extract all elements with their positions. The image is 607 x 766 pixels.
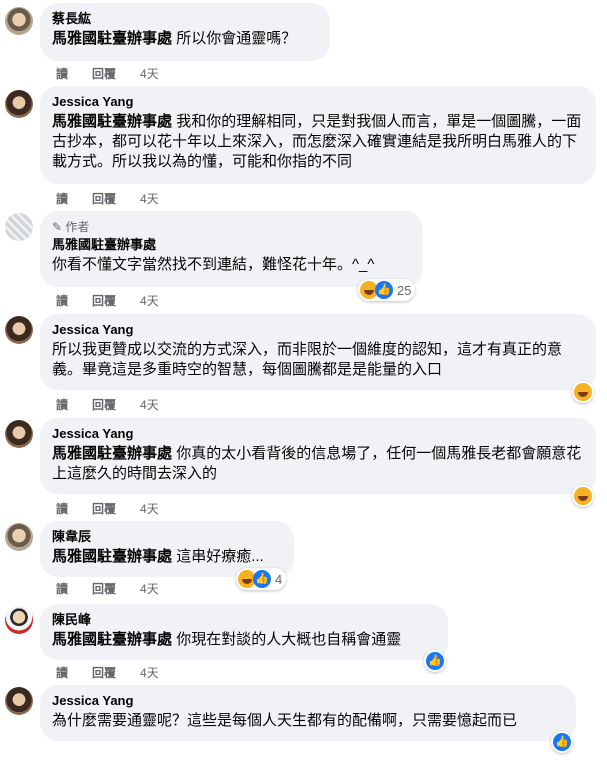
commenter-name[interactable]: Jessica Yang bbox=[52, 322, 584, 338]
read-link[interactable]: 讀 bbox=[56, 666, 68, 680]
like-icon: 👍 bbox=[553, 733, 571, 751]
timestamp[interactable]: 4天 bbox=[140, 192, 159, 206]
comment-text: 為什麼需要通靈呢？這些是每個人天生都有的配備啊，只需要憶起而已 bbox=[52, 712, 518, 729]
comment-text: 你現在對談的人大概也自稱會通靈 bbox=[176, 631, 402, 648]
avatar[interactable] bbox=[5, 687, 33, 715]
commenter-name[interactable]: 蔡長紘 bbox=[52, 11, 318, 27]
commenter-name[interactable]: 馬雅國駐臺辦事處 bbox=[52, 237, 411, 253]
timestamp[interactable]: 4天 bbox=[140, 398, 159, 412]
mention-tag[interactable]: 馬雅國駐臺辦事處 bbox=[52, 548, 172, 565]
comment-text: 這串好療癒... bbox=[176, 548, 264, 565]
comment-actions: 讀 回覆 4天 bbox=[56, 65, 183, 82]
timestamp[interactable]: 4天 bbox=[140, 294, 159, 308]
comment-actions: 讀 回覆 4天 bbox=[56, 190, 183, 207]
author-label: 作者 bbox=[65, 220, 90, 234]
author-badge: ✎ 作者 bbox=[52, 219, 411, 235]
avatar[interactable] bbox=[5, 90, 33, 118]
avatar[interactable] bbox=[5, 523, 33, 551]
commenter-name[interactable]: Jessica Yang bbox=[52, 693, 564, 709]
read-link[interactable]: 讀 bbox=[56, 67, 68, 81]
commenter-name[interactable]: 陳民峰 bbox=[52, 612, 436, 628]
reaction-summary[interactable] bbox=[572, 381, 594, 403]
like-icon: 👍 bbox=[375, 281, 393, 299]
comment-bubble: ✎ 作者 馬雅國駐臺辦事處 你看不懂文字當然找不到連結，難怪花十年。^_^ bbox=[40, 211, 423, 287]
comment-actions: 讀 回覆 4天 bbox=[56, 500, 183, 517]
reaction-summary[interactable] bbox=[572, 485, 594, 507]
pencil-icon: ✎ bbox=[52, 220, 63, 234]
comment-bubble: Jessica Yang 為什麼需要通靈呢？這些是每個人天生都有的配備啊，只需要… bbox=[40, 685, 576, 741]
timestamp[interactable]: 4天 bbox=[140, 502, 159, 516]
reply-link[interactable]: 回覆 bbox=[92, 582, 116, 596]
read-link[interactable]: 讀 bbox=[56, 502, 68, 516]
reply-link[interactable]: 回覆 bbox=[92, 666, 116, 680]
comment-text: 你看不懂文字當然找不到連結，難怪花十年。^_^ bbox=[52, 256, 375, 273]
avatar[interactable] bbox=[5, 606, 33, 634]
commenter-name[interactable]: Jessica Yang bbox=[52, 426, 584, 442]
mention-tag[interactable]: 馬雅國駐臺辦事處 bbox=[52, 30, 172, 47]
commenter-name[interactable]: Jessica Yang bbox=[52, 94, 584, 110]
timestamp[interactable]: 4天 bbox=[140, 67, 159, 81]
reaction-count: 4 bbox=[275, 571, 283, 587]
comment-bubble: Jessica Yang 馬雅國駐臺辦事處 你真的太小看背後的信息場了，任何一個… bbox=[40, 418, 596, 494]
reaction-summary[interactable]: 👍 bbox=[551, 731, 573, 753]
avatar[interactable] bbox=[5, 7, 33, 35]
comment-actions: 讀 回覆 4天 bbox=[56, 580, 183, 597]
reaction-summary[interactable]: 👍 25 bbox=[358, 279, 416, 301]
read-link[interactable]: 讀 bbox=[56, 192, 68, 206]
read-link[interactable]: 讀 bbox=[56, 398, 68, 412]
avatar[interactable] bbox=[5, 213, 33, 241]
reply-link[interactable]: 回覆 bbox=[92, 67, 116, 81]
mention-tag[interactable]: 馬雅國駐臺辦事處 bbox=[52, 445, 172, 462]
reply-link[interactable]: 回覆 bbox=[92, 502, 116, 516]
reaction-summary[interactable]: 👍 bbox=[424, 650, 446, 672]
like-icon: 👍 bbox=[426, 652, 444, 670]
haha-icon bbox=[574, 487, 592, 505]
comment-text: 所以你會通靈嗎？ bbox=[176, 30, 297, 47]
reply-link[interactable]: 回覆 bbox=[92, 192, 116, 206]
comment-actions: 讀 回覆 4天 bbox=[56, 396, 183, 413]
comment-actions: 讀 回覆 4天 bbox=[56, 292, 183, 309]
reply-link[interactable]: 回覆 bbox=[92, 398, 116, 412]
comment-bubble: Jessica Yang 馬雅國駐臺辦事處 我和你的理解相同，只是對我個人而言，… bbox=[40, 86, 596, 184]
timestamp[interactable]: 4天 bbox=[140, 666, 159, 680]
comment-actions: 讀 回覆 4天 bbox=[56, 664, 183, 681]
timestamp[interactable]: 4天 bbox=[140, 582, 159, 596]
comment-bubble: 蔡長紘 馬雅國駐臺辦事處 所以你會通靈嗎？ bbox=[40, 3, 330, 61]
avatar[interactable] bbox=[5, 420, 33, 448]
avatar[interactable] bbox=[5, 316, 33, 344]
mention-tag[interactable]: 馬雅國駐臺辦事處 bbox=[52, 113, 172, 130]
reaction-summary[interactable]: 👍 4 bbox=[236, 568, 287, 590]
reaction-count: 25 bbox=[397, 282, 412, 298]
commenter-name[interactable]: 陳韋辰 bbox=[52, 529, 282, 545]
comment-bubble: 陳民峰 馬雅國駐臺辦事處 你現在對談的人大概也自稱會通靈 bbox=[40, 604, 448, 660]
like-icon: 👍 bbox=[253, 570, 271, 588]
reply-link[interactable]: 回覆 bbox=[92, 294, 116, 308]
mention-tag[interactable]: 馬雅國駐臺辦事處 bbox=[52, 631, 172, 648]
read-link[interactable]: 讀 bbox=[56, 294, 68, 308]
comment-bubble: Jessica Yang 所以我更贊成以交流的方式深入，而非限於一個維度的認知，… bbox=[40, 314, 596, 390]
read-link[interactable]: 讀 bbox=[56, 582, 68, 596]
haha-icon bbox=[574, 383, 592, 401]
comment-text: 所以我更贊成以交流的方式深入，而非限於一個維度的認知，這才有真正的意義。畢竟這是… bbox=[52, 341, 563, 378]
